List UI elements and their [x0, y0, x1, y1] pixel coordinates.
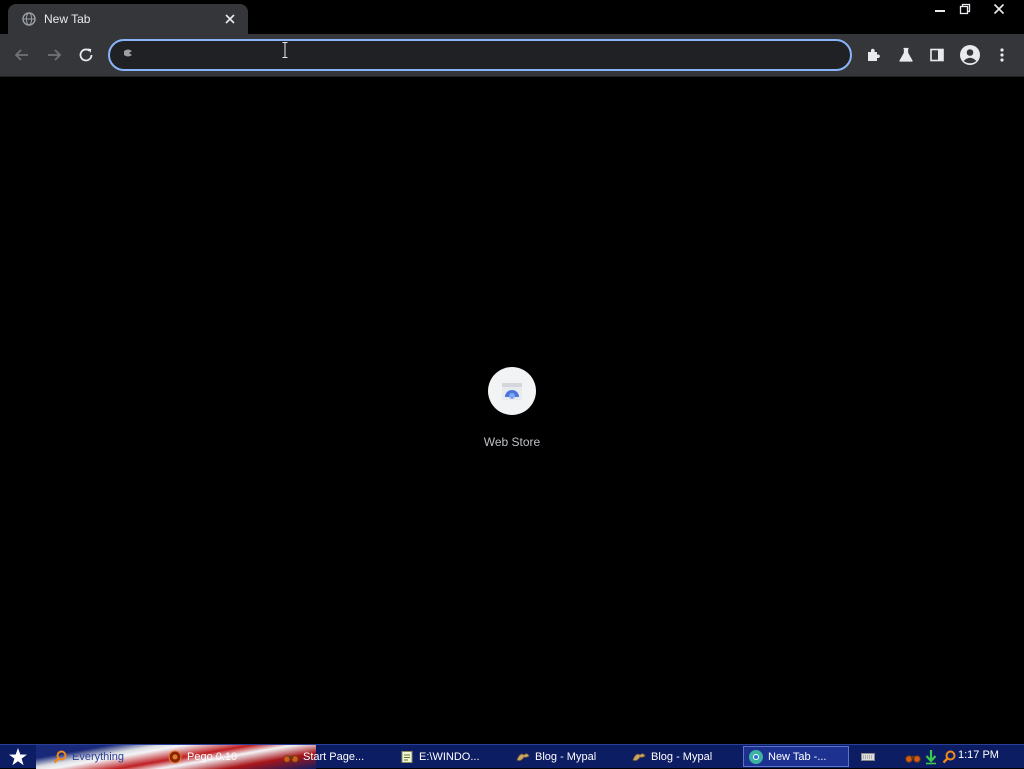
chromium-icon: [748, 749, 764, 765]
address-input[interactable]: [142, 42, 850, 68]
taskbar-item-label: Blog - Mypal: [651, 750, 713, 763]
taskbar-item-label: Everything: [72, 750, 124, 763]
shortcut-web-store[interactable]: Web Store: [472, 364, 552, 454]
taskbar-item-e-windo[interactable]: E:\WINDO...: [395, 746, 505, 767]
search-engine-icon: [122, 46, 134, 64]
taskbar: Everything Pego 0.10 Start Page... E:\WI…: [0, 744, 1024, 769]
taskbar-item-blog-mypal-2[interactable]: Blog - Mypal: [627, 746, 737, 767]
taskbar-item-label: Blog - Mypal: [535, 750, 597, 763]
tab-close-icon[interactable]: [222, 11, 238, 27]
search-icon[interactable]: [940, 747, 958, 767]
binoculars-icon[interactable]: [904, 747, 922, 767]
browser-toolbar: [0, 34, 1024, 77]
side-panel-icon[interactable]: [922, 40, 952, 70]
extensions-puzzle-icon[interactable]: [859, 40, 889, 70]
minimize-icon[interactable]: [928, 0, 952, 18]
taskbar-item-label: Start Page...: [303, 750, 365, 763]
web-store-icon: [488, 367, 536, 415]
notepad-icon: [399, 749, 415, 765]
search-icon: [52, 749, 68, 765]
taskbar-item-label: New Tab -...: [768, 750, 827, 763]
labs-flask-icon[interactable]: [891, 40, 921, 70]
pego-icon: [167, 749, 183, 765]
taskbar-item-label: E:\WINDO...: [419, 750, 480, 763]
back-arrow-icon[interactable]: [7, 40, 37, 70]
clock: 1:17 PM: [958, 749, 999, 761]
tab-title: New Tab: [44, 12, 91, 26]
taskbar-item-start-page[interactable]: Start Page...: [279, 746, 389, 767]
text-cursor-icon: [282, 42, 288, 58]
start-button[interactable]: [4, 747, 32, 767]
tab-new-tab[interactable]: New Tab: [8, 4, 248, 34]
menu-kebab-icon[interactable]: [987, 40, 1017, 70]
download-arrow-icon[interactable]: [922, 747, 940, 767]
taskbar-item-everything[interactable]: Everything: [48, 746, 152, 767]
window-close-icon[interactable]: [980, 0, 1018, 18]
mypal-icon: [515, 749, 531, 765]
taskbar-item-blog-mypal-1[interactable]: Blog - Mypal: [511, 746, 621, 767]
title-bar: New Tab: [0, 0, 1024, 34]
mypal-icon: [631, 749, 647, 765]
restore-icon[interactable]: [953, 0, 977, 18]
forward-arrow-icon[interactable]: [39, 40, 69, 70]
shortcut-label: Web Store: [483, 435, 541, 449]
profile-avatar-icon[interactable]: [955, 40, 985, 70]
taskbar-item-label: Pego 0.10: [187, 750, 238, 763]
binoculars-icon: [283, 749, 299, 765]
keyboard-icon[interactable]: [858, 747, 878, 767]
taskbar-item-new-tab[interactable]: New Tab -...: [743, 746, 849, 767]
reload-icon[interactable]: [71, 40, 101, 70]
globe-icon: [22, 12, 36, 26]
address-bar[interactable]: [108, 39, 852, 71]
taskbar-item-pego[interactable]: Pego 0.10: [163, 746, 273, 767]
